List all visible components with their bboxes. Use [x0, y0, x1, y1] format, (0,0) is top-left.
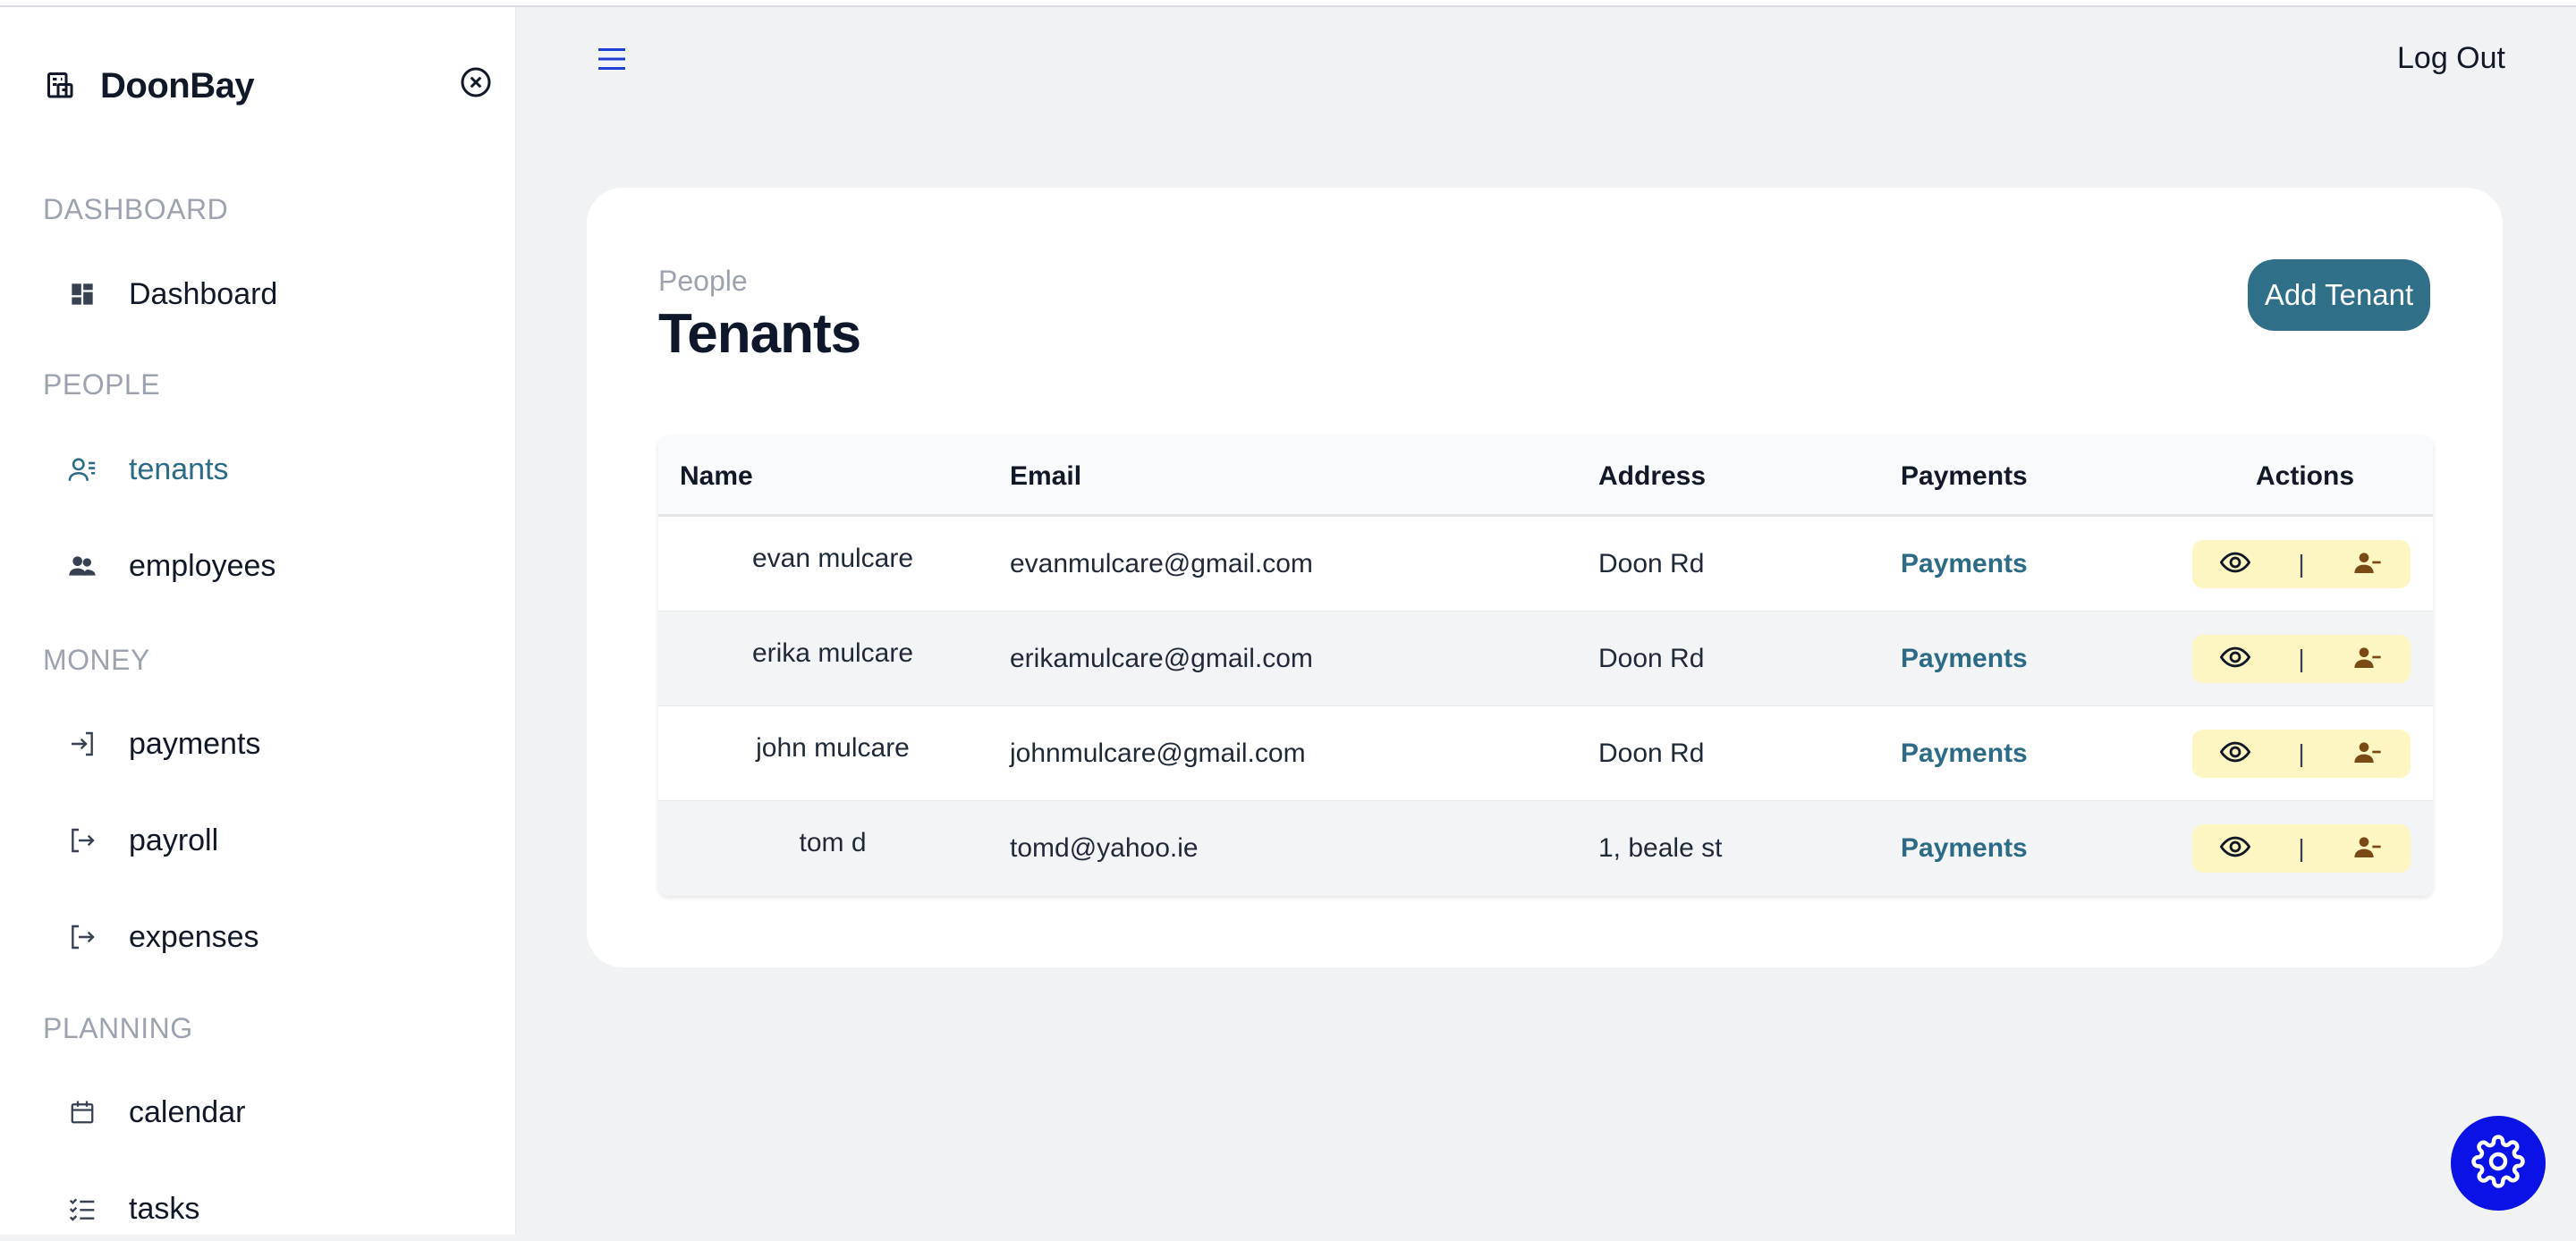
tenant-name: evan mulcare	[751, 544, 914, 573]
gear-icon	[2471, 1134, 2525, 1193]
sidebar: DoonBay DASHBOARD Dashboard PEOPLE tenan…	[0, 7, 516, 1235]
eye-icon	[2219, 832, 2251, 866]
sidebar-item-label: employees	[129, 548, 276, 583]
payments-link[interactable]: Payments	[1901, 706, 2028, 801]
breadcrumb: People	[658, 265, 748, 297]
tenant-name: john mulcare	[756, 733, 910, 763]
section-title-money: MONEY	[43, 644, 150, 676]
tenant-address: 1, beale st	[1598, 833, 1723, 863]
view-button[interactable]	[2217, 641, 2253, 677]
employees-icon	[61, 545, 104, 587]
brand[interactable]: DoonBay	[43, 61, 255, 111]
action-separator: |	[2298, 550, 2305, 578]
tenant-email: erikamulcare@gmail.com	[1010, 644, 1313, 673]
tenant-email: tomd@yahoo.ie	[1010, 833, 1199, 863]
sidebar-item-label: expenses	[129, 919, 259, 954]
sidebar-item-payroll[interactable]: payroll	[43, 808, 490, 873]
row-actions: |	[2192, 824, 2411, 873]
sidebar-item-label: Dashboard	[129, 276, 278, 311]
sidebar-item-label: payments	[129, 726, 261, 761]
table-header: Name Email Address Payments Actions	[658, 436, 2433, 517]
sidebar-item-tasks[interactable]: tasks	[43, 1177, 490, 1241]
column-header-actions: Actions	[2256, 461, 2355, 491]
view-button[interactable]	[2217, 546, 2253, 582]
table-row: erika mulcare erikamulcare@gmail.com Doo…	[658, 612, 2433, 706]
remove-tenant-button[interactable]	[2350, 831, 2385, 866]
sidebar-item-employees[interactable]: employees	[43, 534, 490, 598]
tenant-address: Doon Rd	[1598, 644, 1705, 673]
tenant-address: Doon Rd	[1598, 739, 1705, 768]
table-row: tom d tomd@yahoo.ie 1, beale st Payments…	[658, 801, 2433, 896]
calendar-icon	[61, 1091, 104, 1134]
sidebar-item-calendar[interactable]: calendar	[43, 1080, 490, 1144]
user-minus-icon	[2353, 548, 2382, 581]
column-header-payments: Payments	[1901, 461, 2028, 491]
login-arrow-icon	[61, 722, 104, 765]
logout-arrow-icon	[61, 916, 104, 958]
sidebar-item-expenses[interactable]: expenses	[43, 905, 490, 969]
building-icon	[43, 68, 79, 104]
sidebar-item-payments[interactable]: payments	[43, 712, 490, 776]
column-header-email: Email	[1010, 461, 1082, 491]
section-title-planning: PLANNING	[43, 1012, 193, 1044]
tenant-address: Doon Rd	[1598, 549, 1705, 578]
tenant-name: tom d	[799, 828, 867, 857]
page-title: Tenants	[658, 303, 861, 365]
payments-link[interactable]: Payments	[1901, 517, 2028, 612]
row-actions: |	[2192, 730, 2411, 778]
tenants-card: People Tenants Add Tenant Name Email Add…	[587, 188, 2503, 967]
remove-tenant-button[interactable]	[2350, 641, 2385, 677]
user-minus-icon	[2353, 643, 2382, 676]
sidebar-item-label: tenants	[129, 452, 229, 486]
tenant-email: evanmulcare@gmail.com	[1010, 549, 1313, 578]
close-circle-icon	[460, 66, 492, 103]
payments-link[interactable]: Payments	[1901, 801, 2028, 896]
action-separator: |	[2298, 834, 2305, 862]
sidebar-item-label: payroll	[129, 823, 219, 857]
section-title-dashboard: DASHBOARD	[43, 193, 229, 225]
eye-icon	[2219, 737, 2251, 772]
table-row: evan mulcare evanmulcare@gmail.com Doon …	[658, 517, 2433, 612]
sidebar-item-dashboard[interactable]: Dashboard	[43, 262, 490, 326]
tenant-email: johnmulcare@gmail.com	[1010, 739, 1306, 768]
table-row: john mulcare johnmulcare@gmail.com Doon …	[658, 706, 2433, 801]
settings-button[interactable]	[2451, 1116, 2546, 1211]
eye-icon	[2219, 547, 2251, 582]
tenants-table: Name Email Address Payments Actions evan…	[658, 436, 2433, 896]
section-title-people: PEOPLE	[43, 368, 161, 401]
close-sidebar-button[interactable]	[456, 64, 496, 104]
view-button[interactable]	[2217, 831, 2253, 866]
sidebar-item-label: tasks	[129, 1191, 200, 1226]
remove-tenant-button[interactable]	[2350, 736, 2385, 772]
logout-arrow-icon	[61, 819, 104, 862]
hamburger-menu-button[interactable]	[594, 43, 630, 79]
tenants-icon	[61, 448, 104, 491]
eye-icon	[2219, 642, 2251, 677]
dashboard-icon	[61, 273, 104, 316]
view-button[interactable]	[2217, 736, 2253, 772]
add-tenant-button[interactable]: Add Tenant	[2248, 259, 2430, 331]
user-minus-icon	[2353, 832, 2382, 865]
tenant-name: erika mulcare	[751, 638, 914, 668]
column-header-address: Address	[1598, 461, 1707, 491]
remove-tenant-button[interactable]	[2350, 546, 2385, 582]
window-top-edge	[0, 0, 2576, 7]
row-actions: |	[2192, 540, 2411, 588]
app-name: DoonBay	[100, 65, 255, 106]
logout-link[interactable]: Log Out	[2397, 41, 2505, 76]
column-header-name: Name	[680, 461, 753, 491]
payments-link[interactable]: Payments	[1901, 612, 2028, 706]
hamburger-icon	[596, 45, 628, 78]
action-separator: |	[2298, 645, 2305, 672]
sidebar-item-label: calendar	[129, 1094, 246, 1129]
tasks-icon	[61, 1187, 104, 1230]
sidebar-item-tenants[interactable]: tenants	[43, 437, 490, 502]
user-minus-icon	[2353, 738, 2382, 771]
action-separator: |	[2298, 739, 2305, 767]
row-actions: |	[2192, 635, 2411, 683]
